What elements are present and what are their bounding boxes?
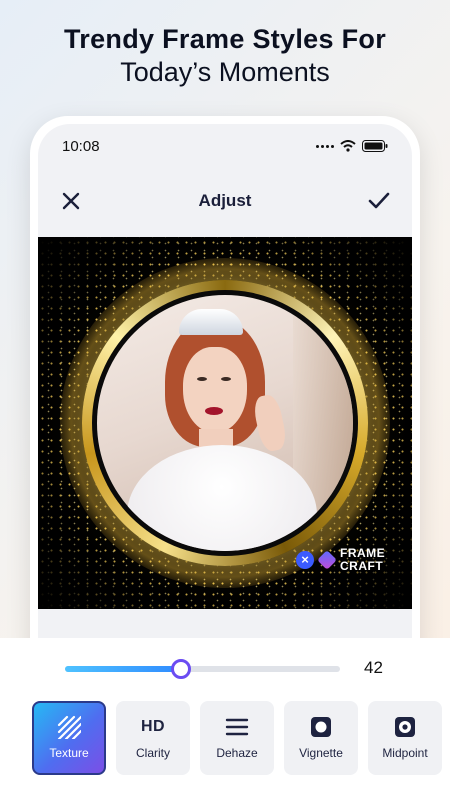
intensity-slider-thumb[interactable] bbox=[170, 659, 191, 679]
tool-clarity[interactable]: HD Clarity bbox=[116, 701, 190, 775]
photo-canvas[interactable]: × FRAME CRAFT bbox=[38, 237, 412, 609]
intensity-slider-track[interactable] bbox=[65, 659, 340, 679]
apply-button[interactable] bbox=[364, 186, 394, 216]
screen-title: Adjust bbox=[198, 191, 252, 210]
dehaze-icon bbox=[225, 716, 249, 738]
battery-icon bbox=[362, 140, 388, 152]
tool-dehaze[interactable]: Dehaze bbox=[200, 701, 274, 775]
intensity-slider-fill bbox=[65, 666, 181, 672]
promo-headline: Trendy Frame Styles For Today’s Moments bbox=[0, 24, 450, 88]
tiara bbox=[179, 309, 243, 335]
remove-watermark-button[interactable]: × bbox=[296, 551, 314, 569]
tool-label: Clarity bbox=[135, 746, 170, 760]
headline-line-1: Trendy Frame Styles For bbox=[63, 24, 386, 54]
vignette-icon bbox=[310, 716, 332, 738]
adjust-panel: 42 Texture HD Clarity Dehaze Vignette Mi… bbox=[0, 638, 450, 800]
tool-label: Midpoint bbox=[382, 746, 428, 760]
phone-screen: 10:08 Adjust × FRAME CRAFT bbox=[38, 124, 412, 684]
tool-midpoint[interactable]: Midpoint bbox=[368, 701, 442, 775]
wifi-icon bbox=[340, 140, 356, 152]
signal-dots-icon bbox=[316, 144, 334, 148]
status-bar: 10:08 bbox=[62, 134, 388, 158]
watermark-line-1: FRAME bbox=[340, 546, 386, 560]
watermark-text: FRAME CRAFT bbox=[340, 547, 385, 573]
close-button[interactable] bbox=[56, 186, 86, 216]
tool-vignette[interactable]: Vignette bbox=[284, 701, 358, 775]
intensity-value: 42 bbox=[364, 658, 383, 677]
frame-craft-logo-icon bbox=[317, 550, 337, 570]
watermark: × FRAME CRAFT bbox=[296, 547, 385, 573]
framed-photo bbox=[97, 295, 353, 551]
close-icon bbox=[62, 192, 80, 210]
midpoint-icon bbox=[394, 716, 416, 738]
hd-icon: HD bbox=[140, 718, 166, 735]
adjust-toolbar: Texture HD Clarity Dehaze Vignette Midpo… bbox=[32, 701, 442, 775]
app-bar: Adjust bbox=[38, 176, 412, 226]
tool-texture[interactable]: Texture bbox=[32, 701, 106, 775]
headline-line-2: Today’s Moments bbox=[120, 57, 330, 87]
tool-label: Vignette bbox=[299, 746, 343, 760]
status-time: 10:08 bbox=[62, 137, 100, 155]
watermark-line-2: CRAFT bbox=[340, 559, 384, 573]
status-icons bbox=[316, 140, 388, 152]
tool-label: Texture bbox=[49, 746, 89, 760]
tool-label: Dehaze bbox=[216, 746, 258, 760]
intensity-slider-row: 42 bbox=[0, 656, 450, 680]
texture-icon bbox=[57, 715, 81, 739]
check-icon bbox=[368, 192, 390, 209]
phone-mockup: 10:08 Adjust × FRAME CRAFT bbox=[30, 116, 420, 684]
